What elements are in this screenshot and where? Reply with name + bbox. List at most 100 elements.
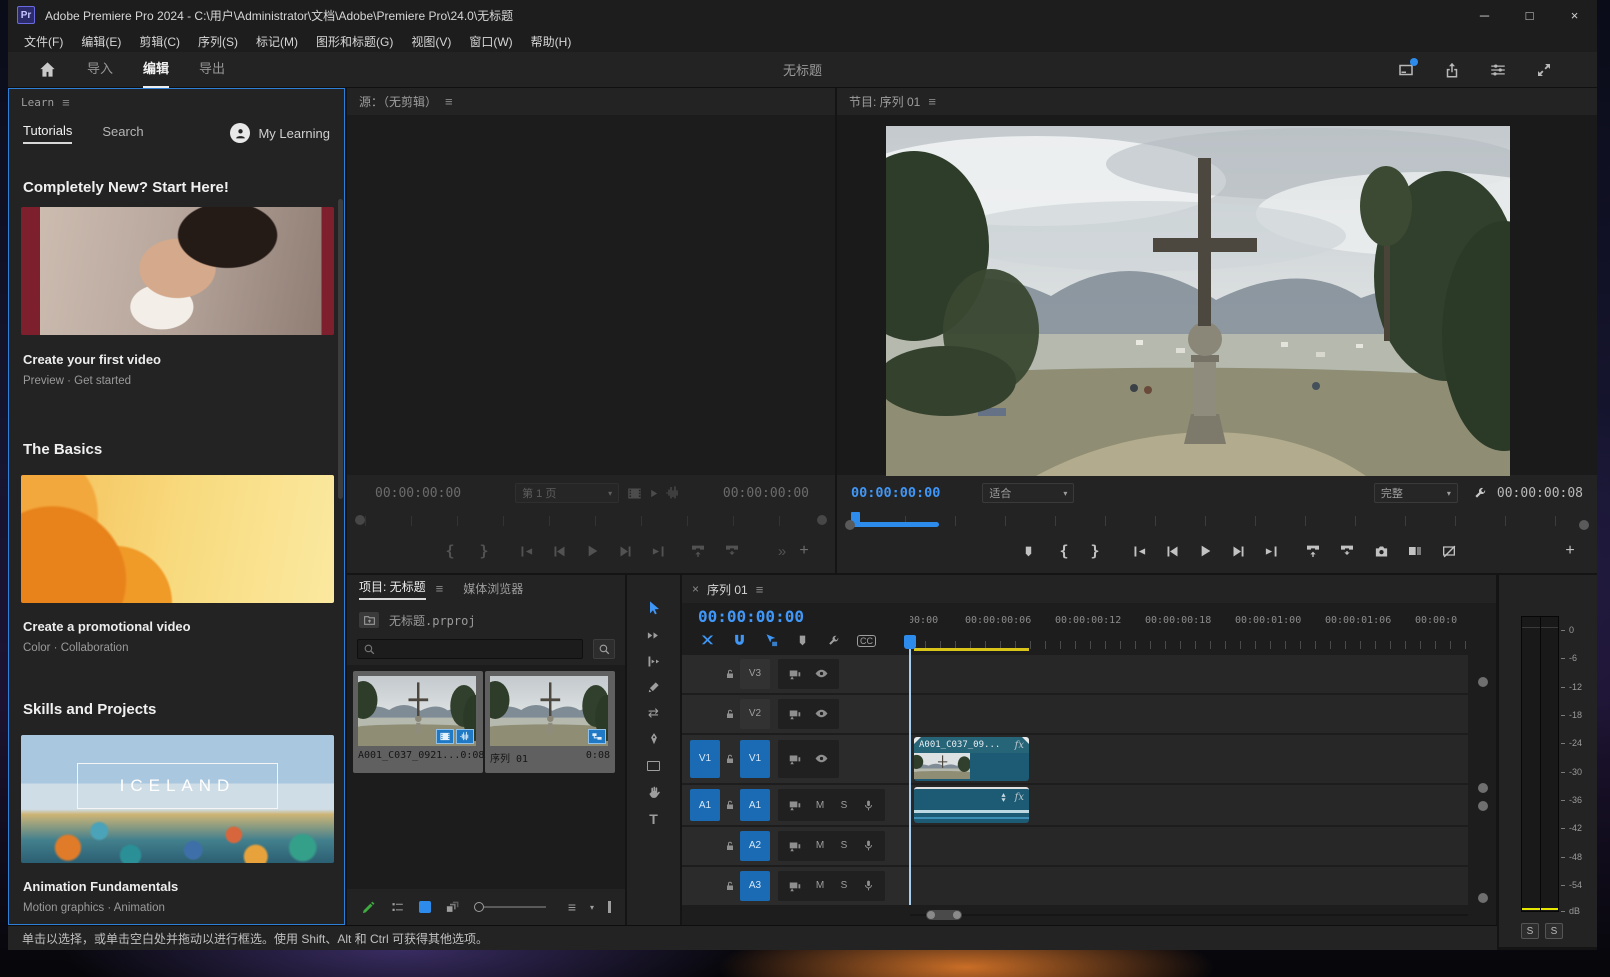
timeline-timecode[interactable]: 00:00:00:00 (698, 607, 804, 626)
track-lane-a2[interactable] (910, 827, 1468, 865)
timeline-playhead[interactable] (909, 635, 911, 905)
timeline-ruler[interactable]: :00:00 00:00:00:06 00:00:00:12 00:00:00:… (910, 605, 1468, 651)
chevron-down-icon[interactable]: ▾ (590, 903, 594, 912)
more-buttons-icon[interactable]: » (771, 543, 793, 560)
writable-pencil-icon[interactable] (361, 900, 376, 915)
solo-left-button[interactable]: S (1521, 923, 1539, 939)
sync-lock-icon[interactable] (788, 707, 802, 721)
voiceover-mic-icon[interactable] (862, 799, 875, 812)
project-item-sequence[interactable]: 序列 01 0:08 (485, 671, 615, 773)
sync-lock-icon[interactable] (788, 879, 802, 893)
sync-lock-icon[interactable] (788, 667, 802, 681)
insert-icon[interactable] (687, 543, 709, 559)
tutorial-card-title[interactable]: Create your first video (23, 352, 161, 367)
source-timecode[interactable]: 00:00:00:00 (375, 486, 461, 501)
icon-view-icon[interactable] (419, 901, 431, 913)
track-lane-v1[interactable]: A001_C037_09... fx (910, 735, 1468, 783)
workspaces-icon[interactable] (1489, 61, 1507, 79)
sync-lock-icon[interactable] (788, 752, 802, 766)
program-zoom-bar[interactable] (851, 522, 939, 527)
sort-icon[interactable]: ≡ (568, 899, 576, 915)
sync-lock-icon[interactable] (788, 798, 802, 812)
step-back-icon[interactable] (1161, 544, 1183, 559)
step-forward-icon[interactable] (614, 544, 636, 559)
source-viewer[interactable] (347, 115, 835, 475)
mute-button[interactable]: M (814, 840, 826, 851)
tab-search[interactable]: Search (102, 124, 143, 143)
source-panel-menu-icon[interactable]: ≡ (445, 94, 453, 109)
toggle-track-output-eye-icon[interactable] (814, 751, 829, 766)
lock-icon[interactable] (724, 708, 736, 720)
navigate-up-icon[interactable] (359, 612, 379, 628)
minimize-button[interactable]: ─ (1462, 0, 1507, 30)
fx-badge[interactable]: fx (1015, 792, 1024, 803)
menu-graphics[interactable]: 图形和标题(G) (307, 33, 402, 50)
close-sequence-icon[interactable]: × (692, 582, 699, 596)
go-to-in-icon[interactable] (515, 544, 537, 559)
tab-tutorials[interactable]: Tutorials (23, 123, 72, 144)
close-button[interactable]: × (1552, 0, 1597, 30)
drag-audio-icon[interactable] (665, 485, 681, 501)
program-viewer[interactable] (837, 115, 1597, 475)
menu-help[interactable]: 帮助(H) (522, 33, 581, 50)
source-patch-v3[interactable] (690, 659, 720, 689)
tab-media-browser[interactable]: 媒体浏览器 (463, 580, 523, 597)
hand-tool[interactable] (642, 781, 666, 803)
step-forward-icon[interactable] (1227, 544, 1249, 559)
lock-icon[interactable] (724, 799, 736, 811)
menu-markers[interactable]: 标记(M) (247, 33, 307, 50)
export-frame-icon[interactable] (1370, 544, 1392, 559)
track-target-v3[interactable]: V3 (740, 659, 770, 689)
go-to-out-icon[interactable] (1260, 544, 1282, 559)
home-button[interactable] (38, 60, 57, 79)
project-search-input[interactable] (357, 639, 583, 659)
solo-button[interactable]: S (838, 840, 850, 851)
clip-in-handle[interactable] (914, 737, 921, 744)
source-patch-v1[interactable]: V1 (690, 740, 720, 778)
sync-lock-icon[interactable] (788, 839, 802, 853)
solo-right-button[interactable]: S (1545, 923, 1563, 939)
freeform-view-icon[interactable] (445, 900, 460, 915)
audio-clip[interactable]: fx (914, 787, 1029, 823)
menu-window[interactable]: 窗口(W) (460, 33, 521, 50)
mark-out-button[interactable]: } (1084, 542, 1106, 560)
mark-out-button[interactable]: } (473, 542, 495, 560)
mark-in-button[interactable]: { (439, 542, 461, 560)
nest-toggle-icon[interactable] (700, 633, 715, 648)
project-item-clip[interactable]: A001_C037_0921... 0:08 (353, 671, 483, 773)
lift-icon[interactable] (1302, 543, 1324, 559)
tab-project[interactable]: 项目: 无标题 (359, 578, 426, 600)
learn-scrollbar[interactable] (338, 199, 343, 499)
slip-tool[interactable]: ⇄ (642, 702, 666, 724)
tab-export[interactable]: 导出 (199, 52, 225, 88)
tab-edit[interactable]: 编辑 (143, 52, 169, 88)
mute-button[interactable]: M (814, 880, 826, 891)
tab-import[interactable]: 导入 (87, 52, 113, 88)
razor-tool[interactable] (642, 676, 666, 698)
track-target-a2[interactable]: A2 (740, 831, 770, 861)
track-lane-a3[interactable] (910, 867, 1468, 905)
source-patch-a2[interactable] (690, 831, 720, 861)
share-icon[interactable] (1443, 61, 1461, 79)
add-marker-icon[interactable] (796, 634, 809, 647)
button-editor-icon[interactable]: + (1559, 542, 1581, 560)
project-file-name[interactable]: 无标题.prproj (389, 612, 476, 629)
program-scrubber[interactable] (845, 512, 1589, 528)
voiceover-mic-icon[interactable] (862, 879, 875, 892)
voiceover-mic-icon[interactable] (862, 839, 875, 852)
timeline-settings-wrench-icon[interactable] (826, 634, 840, 648)
comparison-view-icon[interactable] (1404, 543, 1426, 559)
proxy-toggle-icon[interactable] (1438, 543, 1460, 559)
mark-in-button[interactable]: { (1053, 542, 1075, 560)
snap-magnet-icon[interactable] (732, 633, 747, 648)
play-button[interactable] (1194, 543, 1216, 559)
sequence-name[interactable]: 序列 01 (490, 750, 528, 765)
timeline-horizontal-scrollbar[interactable] (910, 909, 1468, 921)
scrollbar-thumb[interactable] (926, 910, 962, 920)
drag-video-icon[interactable] (627, 486, 642, 501)
toggle-track-output-eye-icon[interactable] (814, 666, 829, 681)
rectangle-tool[interactable] (642, 755, 666, 777)
fullscreen-icon[interactable] (1535, 61, 1553, 79)
linked-selection-icon[interactable] (764, 633, 779, 648)
timeline-panel-menu-icon[interactable]: ≡ (756, 582, 764, 597)
